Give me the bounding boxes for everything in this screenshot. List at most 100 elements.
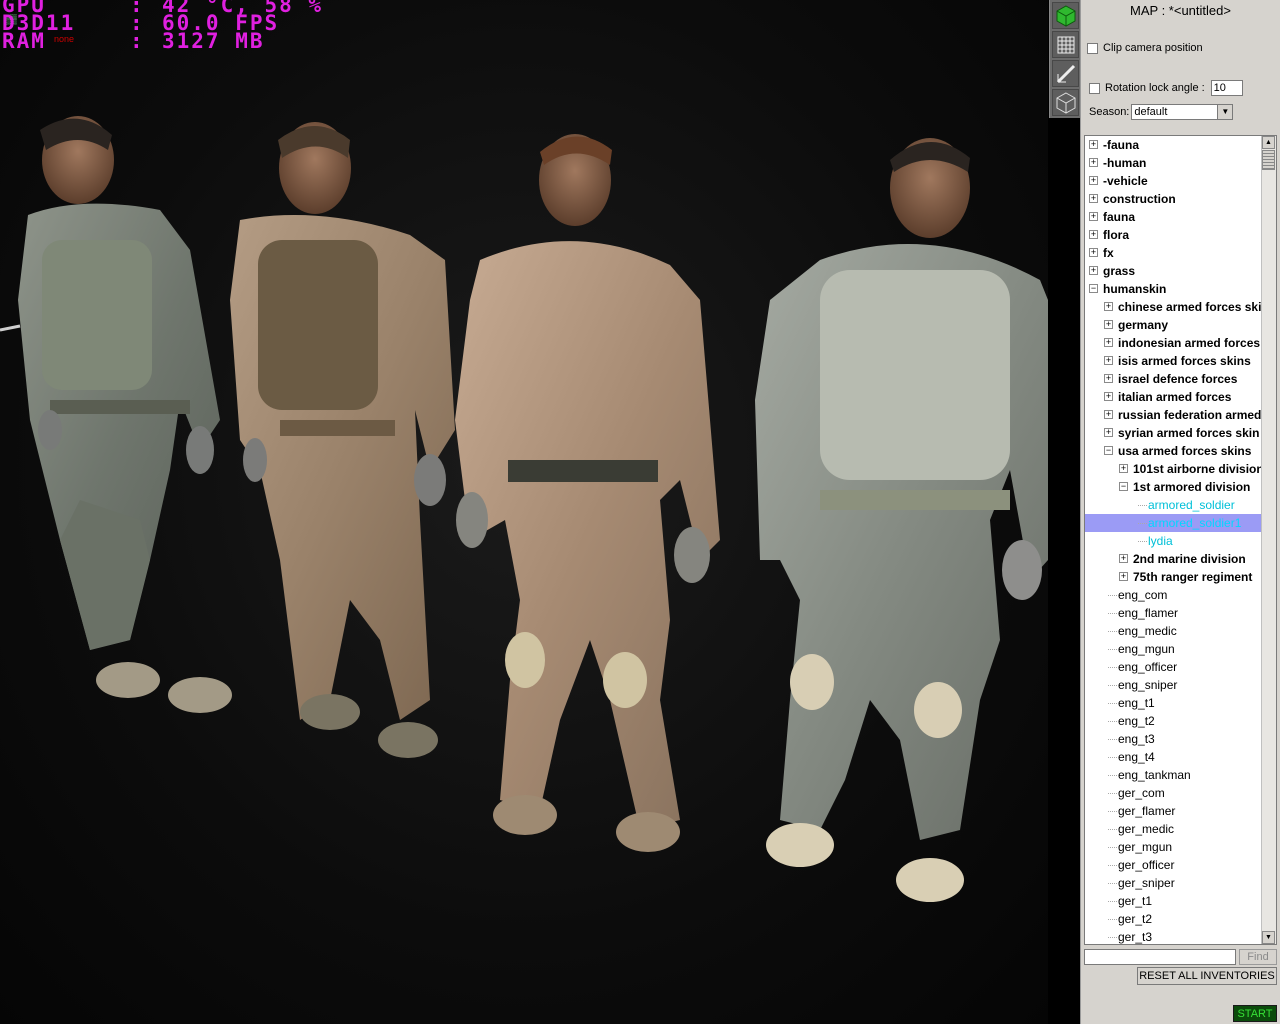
tree-item[interactable]: ger_mgun <box>1085 838 1263 856</box>
scroll-down-icon[interactable]: ▼ <box>1262 931 1275 944</box>
expand-icon[interactable]: + <box>1119 572 1128 581</box>
tree-folder[interactable]: + -vehicle <box>1085 172 1263 190</box>
clip-camera-option[interactable]: Clip camera position <box>1087 42 1203 54</box>
tree-item-label: israel defence forces <box>1118 372 1238 386</box>
tree-folder[interactable]: + indonesian armed forces <box>1085 334 1263 352</box>
collapse-icon[interactable]: − <box>1104 446 1113 455</box>
expand-icon[interactable]: + <box>1089 176 1098 185</box>
tree-item[interactable]: eng_t4 <box>1085 748 1263 766</box>
grid-icon[interactable] <box>1052 31 1079 58</box>
tree-folder[interactable]: + fauna <box>1085 208 1263 226</box>
tree-folder[interactable]: + germany <box>1085 316 1263 334</box>
expand-icon[interactable]: + <box>1104 428 1113 437</box>
3d-viewport[interactable]: ▒▒ GPU:42 °C, 58 % D3D11:60.0 FPS RAM:3127… <box>0 0 1048 1024</box>
tree-item[interactable]: eng_officer <box>1085 658 1263 676</box>
tree-folder[interactable]: +101st airborne division <box>1085 460 1264 478</box>
tree-item[interactable]: ger_medic <box>1085 820 1263 838</box>
tree-item[interactable]: eng_flamer <box>1085 604 1263 622</box>
tree-folder[interactable]: + -fauna <box>1085 136 1263 154</box>
collapse-icon[interactable]: − <box>1119 482 1128 491</box>
tree-item[interactable]: eng_medic <box>1085 622 1263 640</box>
rotation-lock-input[interactable]: 10 <box>1210 80 1243 96</box>
expand-icon[interactable]: + <box>1089 230 1098 239</box>
tree-item[interactable]: eng_t1 <box>1085 694 1263 712</box>
reset-inventories-button[interactable]: RESET ALL INVENTORIES <box>1137 967 1277 985</box>
season-option: Season: default ▼ <box>1089 104 1234 120</box>
tree-item[interactable]: ger_officer <box>1085 856 1263 874</box>
tree-folder[interactable]: + israel defence forces <box>1085 370 1263 388</box>
start-button[interactable]: START <box>1233 1005 1277 1022</box>
soldier-model-4[interactable] <box>755 138 1048 902</box>
tree-item[interactable]: ger_com <box>1085 784 1263 802</box>
expand-icon[interactable]: + <box>1089 140 1098 149</box>
tree-folder[interactable]: +2nd marine division <box>1085 550 1263 568</box>
soldier-model-2[interactable] <box>230 122 455 758</box>
tree-item[interactable]: eng_t3 <box>1085 730 1263 748</box>
tree-folder[interactable]: + grass <box>1085 262 1263 280</box>
expand-icon[interactable]: + <box>1104 356 1113 365</box>
expand-icon[interactable]: + <box>1104 374 1113 383</box>
expand-icon[interactable]: + <box>1104 392 1113 401</box>
tree-folder[interactable]: + flora <box>1085 226 1263 244</box>
green-cube-icon[interactable] <box>1052 2 1079 29</box>
tree-item[interactable]: ger_t2 <box>1085 910 1263 928</box>
tree-item[interactable]: ger_t3 <box>1085 928 1263 944</box>
rotation-lock-checkbox[interactable] <box>1089 82 1100 94</box>
expand-icon[interactable]: + <box>1089 212 1098 221</box>
tree-item[interactable]: eng_mgun <box>1085 640 1263 658</box>
tree-folder[interactable]: − usa armed forces skins <box>1085 442 1263 460</box>
expand-icon[interactable]: + <box>1089 194 1098 203</box>
scroll-thumb[interactable] <box>1262 150 1275 170</box>
expand-icon[interactable]: + <box>1119 554 1128 563</box>
tree-folder[interactable]: + italian armed forces <box>1085 388 1263 406</box>
clip-camera-label: Clip camera position <box>1103 42 1203 54</box>
expand-icon[interactable]: + <box>1104 410 1113 419</box>
expand-icon[interactable]: + <box>1089 248 1098 257</box>
tree-scrollbar[interactable]: ▲ ▼ <box>1261 136 1276 944</box>
expand-icon[interactable]: + <box>1104 320 1113 329</box>
tree-folder[interactable]: + fx <box>1085 244 1263 262</box>
expand-icon[interactable]: + <box>1104 302 1113 311</box>
tree-folder[interactable]: + chinese armed forces ski <box>1085 298 1263 316</box>
tree-item[interactable]: armored_soldier <box>1085 496 1263 514</box>
tree-item[interactable]: lydia <box>1085 532 1263 550</box>
expand-icon[interactable]: + <box>1104 338 1113 347</box>
ruler-icon[interactable] <box>1052 60 1079 87</box>
expand-icon[interactable]: + <box>1119 464 1128 473</box>
tree-item[interactable]: ger_sniper <box>1085 874 1263 892</box>
soldier-model-1[interactable] <box>18 116 232 713</box>
tree-folder[interactable]: + construction <box>1085 190 1263 208</box>
clip-camera-checkbox[interactable] <box>1087 42 1098 54</box>
tree-connector <box>1108 757 1117 758</box>
tree-item[interactable]: eng_t2 <box>1085 712 1263 730</box>
season-select[interactable]: default ▼ <box>1131 104 1234 120</box>
tree-item[interactable]: eng_sniper <box>1085 676 1263 694</box>
tree-folder[interactable]: + russian federation armed <box>1085 406 1263 424</box>
expand-icon[interactable]: + <box>1089 158 1098 167</box>
collapse-icon[interactable]: − <box>1089 284 1098 293</box>
tree-item[interactable]: eng_tankman <box>1085 766 1263 784</box>
tree-item[interactable]: ger_t1 <box>1085 892 1263 910</box>
find-button[interactable]: Find <box>1239 949 1277 965</box>
tree-folder[interactable]: + isis armed forces skins <box>1085 352 1263 370</box>
tree-folder[interactable]: +75th ranger regiment <box>1085 568 1263 586</box>
find-input[interactable] <box>1084 949 1236 965</box>
tree-folder[interactable]: + syrian armed forces skin <box>1085 424 1263 442</box>
expand-icon[interactable]: + <box>1089 266 1098 275</box>
tree-item[interactable]: armored_soldier1 <box>1085 514 1263 532</box>
soldier-model-3[interactable] <box>455 134 720 852</box>
tree-item-label: grass <box>1103 264 1136 278</box>
tree-folder[interactable]: + -human <box>1085 154 1263 172</box>
tree-item[interactable]: eng_com <box>1085 586 1263 604</box>
tree-item[interactable]: ger_flamer <box>1085 802 1263 820</box>
tree-connector <box>1108 829 1117 830</box>
scroll-up-icon[interactable]: ▲ <box>1262 136 1275 149</box>
asset-tree[interactable]: + -fauna + -human + -vehicle + construction + fau… <box>1084 135 1277 945</box>
tree-connector <box>1108 775 1117 776</box>
tree-folder[interactable]: −1st armored division <box>1085 478 1263 496</box>
wireframe-cube-icon[interactable] <box>1052 89 1079 116</box>
rotation-lock-option[interactable]: Rotation lock angle : 10 <box>1089 80 1243 96</box>
tree-folder[interactable]: − humanskin <box>1085 280 1263 298</box>
chevron-down-icon[interactable]: ▼ <box>1217 105 1233 119</box>
tree-connector <box>1108 613 1117 614</box>
